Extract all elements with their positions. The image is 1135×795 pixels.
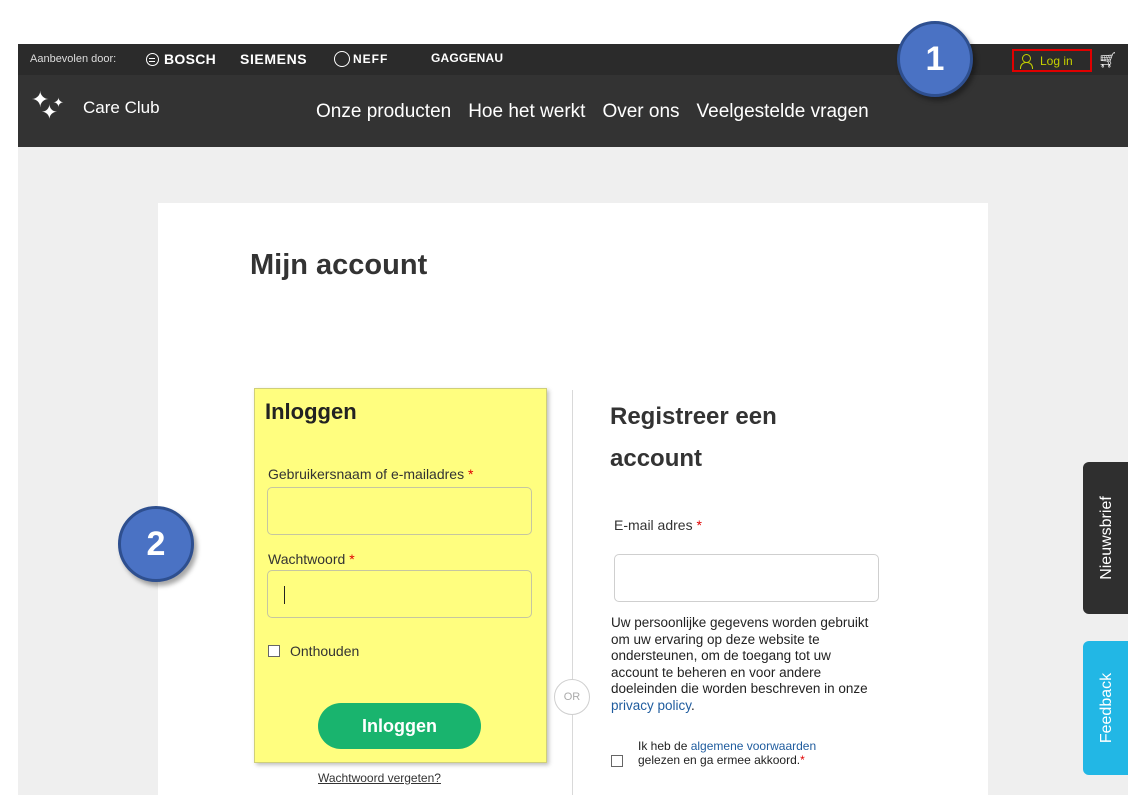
page-title: Mijn account bbox=[250, 249, 428, 281]
newsletter-tab[interactable]: Nieuwsbrief bbox=[1083, 462, 1128, 614]
text-caret bbox=[284, 586, 285, 604]
username-label: Gebruikersnaam of e-mailadres * bbox=[268, 466, 474, 482]
sparkle-icon: ✦ ✦ ✦ bbox=[31, 87, 64, 124]
logo-text: Care Club bbox=[83, 98, 160, 117]
recommended-by-label: Aanbevolen door: bbox=[30, 53, 117, 65]
password-input[interactable] bbox=[267, 570, 532, 618]
bosch-logo[interactable]: BOSCH bbox=[146, 51, 216, 67]
nav-over-ons[interactable]: Over ons bbox=[602, 101, 679, 123]
register-title: Registreer een account bbox=[610, 403, 777, 472]
username-input[interactable] bbox=[267, 487, 532, 535]
account-card: Mijn account Inloggen Gebruikersnaam of … bbox=[158, 203, 988, 795]
bosch-ring-icon bbox=[146, 52, 159, 66]
login-form: Inloggen Gebruikersnaam of e-mailadres *… bbox=[254, 388, 547, 763]
forgot-password-link[interactable]: Wachtwoord vergeten? bbox=[318, 771, 441, 785]
terms-text: Ik heb de algemene voorwaarden gelezen e… bbox=[638, 739, 817, 767]
login-button[interactable]: Inloggen bbox=[318, 703, 481, 749]
nav-hoe-het-werkt[interactable]: Hoe het werkt bbox=[468, 101, 585, 123]
login-link-label: Log in bbox=[1040, 53, 1073, 68]
login-link[interactable]: Log in bbox=[1012, 49, 1092, 72]
terms-link[interactable]: algemene voorwaarden bbox=[691, 739, 816, 753]
required-marker: * bbox=[467, 466, 474, 482]
user-icon bbox=[1020, 53, 1033, 69]
neff-logo[interactable]: NEFF bbox=[334, 51, 388, 67]
password-label: Wachtwoord * bbox=[268, 551, 355, 567]
step-marker-1: 1 bbox=[897, 21, 973, 97]
bosch-label: BOSCH bbox=[164, 51, 217, 67]
siemens-logo[interactable]: SIEMENS bbox=[240, 51, 307, 67]
column-divider bbox=[572, 390, 573, 795]
cart-icon[interactable]: 🛒︎ bbox=[1098, 51, 1117, 69]
feedback-tab-label: Feedback bbox=[1098, 672, 1115, 744]
nav-onze-producten[interactable]: Onze producten bbox=[316, 101, 451, 123]
nav-veelgestelde-vragen[interactable]: Veelgestelde vragen bbox=[697, 101, 869, 123]
step-marker-2: 2 bbox=[118, 506, 194, 582]
gaggenau-logo[interactable]: GAGGENAU bbox=[431, 51, 503, 65]
required-marker: * bbox=[349, 551, 355, 567]
remember-me[interactable]: Onthouden bbox=[268, 643, 359, 659]
newsletter-tab-label: Nieuwsbrief bbox=[1098, 496, 1115, 580]
email-label: E-mail adres * bbox=[614, 517, 702, 533]
login-title: Inloggen bbox=[265, 399, 357, 424]
required-marker: * bbox=[696, 517, 702, 533]
neff-label: NEFF bbox=[353, 52, 389, 66]
or-badge: OR bbox=[554, 679, 590, 715]
email-input[interactable] bbox=[614, 554, 879, 602]
main-nav: Onze producten Hoe het werkt Over ons Ve… bbox=[316, 101, 869, 123]
terms-agreement: Ik heb de algemene voorwaarden gelezen e… bbox=[611, 739, 891, 767]
terms-checkbox[interactable] bbox=[611, 755, 623, 767]
neff-ring-icon bbox=[334, 51, 350, 67]
privacy-policy-link[interactable]: privacy policy bbox=[611, 698, 691, 713]
remember-checkbox[interactable] bbox=[268, 645, 280, 657]
remember-label: Onthouden bbox=[290, 643, 360, 659]
care-club-logo[interactable]: ✦ ✦ ✦ Care Club bbox=[31, 87, 160, 124]
privacy-notice: Uw persoonlijke gegevens worden gebruikt… bbox=[611, 615, 869, 713]
browser-viewport: Aanbevolen door: BOSCH SIEMENS NEFF GAGG… bbox=[18, 44, 1128, 795]
feedback-tab[interactable]: Feedback bbox=[1083, 641, 1128, 775]
